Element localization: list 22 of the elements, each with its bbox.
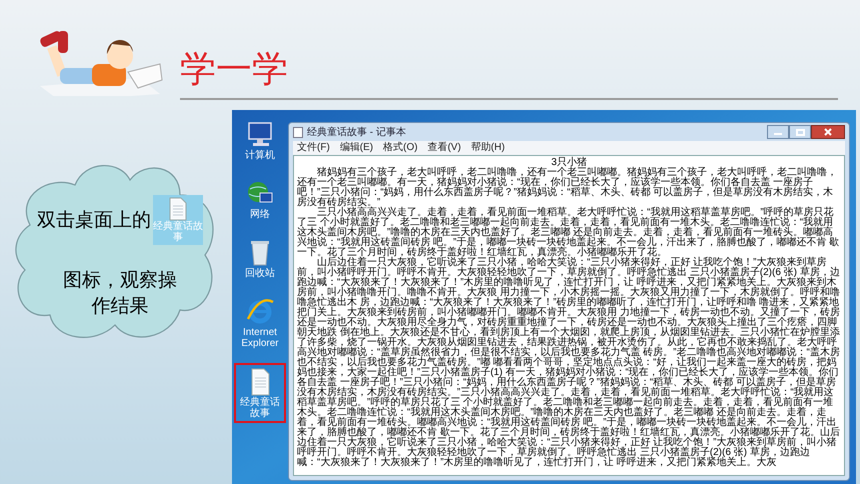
slide-title: 学一学 xyxy=(180,52,288,88)
close-button[interactable] xyxy=(811,125,845,139)
minimize-button[interactable] xyxy=(767,125,789,139)
story-paragraph: 三只小猪高高兴兴走了。走着，走着，看见前面一堆稻草。老大呼呼忙说：“我就用这稻草盖草房吧。”呼呼的草房只花了三 个小时就盖好了。老二噜噜和老三嘟嘟一起向前走去。走着，走着，看见前面有一堆木头。老二噜噜连忙说：“我就用这木头盖间木房吧。”噜噜的木房在三天内也盖好了。老三嘟嘟 还是向前走去。走着，走着，看见前面有一堆砖头。嘟嘟高兴地说：“我就用这砖盖间砖房 吧。”于是，嘟嘟一块砖一块砖地盖起来。不一会儿，汗出来了，胳膊也酸了，嘟嘟还不肯 歇一下。花了三个月时间，砖房终于盖好啦！红墙红瓦，真漂亮。小猪嘟嘟乐开了花。 xyxy=(297,208,840,258)
menu-item[interactable]: 帮助(H) xyxy=(470,142,505,154)
notepad-icon xyxy=(293,126,303,138)
menu-item[interactable]: 格式(O) xyxy=(383,142,418,154)
close-icon xyxy=(824,128,832,136)
story-paragraph: 山后边住着一只大灰狼，它听说来了三只小猪，哈哈大笑说：“三只小猪来得好，正好 让我吃个饱！”大灰狼来到草房前，叫小猪呼呼开门。呼呼不肯开。大灰狼轻轻地吹了一下，草房就倒了。呼呼急忙逃出 三只小猪盖房子(2)(6 张) 草房，边跑边喊：“大灰狼来了！大灰狼来了！”木房里的噜噜听见了，连忙打开门，让 呼呼进来，又把门紧紧地关上。大灰狼来到木房前，叫小猪噜噜开门。噜噜不肯开。大灰狼 用力撞一下，小木房摇一摇。大灰狼又用力撞了一下，木房就倒了。呼呼和噜噜急忙逃出木 房，边跑边喊：“大灰狼来了！大灰狼来了！”砖房里的嘟嘟听了，连忙打开门，让呼呼和噜 噜进来，又紧紧地把门关上。大灰狼来到砖房前，叫小猪嘟嘟开门。嘟嘟不肯开。大灰狼用 力地撞一下，砖房一动也不动。又撞了一下，砖房还是一动也不动。大灰狼用尽全身力气，对砖房重重地撞了一下，砖房还是一动也不动。大灰狼头上撞出了三个疙瘩，四脚朝天地跌 倒在地上。大灰狼还是不甘心，看到房顶上有一个大烟囱，就爬上房顶，从烟囱里钻进去。三只小猪忙在炉膛里添了许多柴，烧了一锅开水。大灰狼从烟囱里钻进去，结果跌进热锅，被开水烫伤了。从此，它再也不敢来捣乱了。老大呼呼高兴地对嘟嘟说：“盖草房虽然很省力，但是很不结实，以后我也要多花力气盖 砖房。”老二噜噜也高兴地对嘟嘟说：“盖木房也不结实，以后我也要多花力气盖砖房。”嘟 嘟看看两个哥哥，坚定地点点头说：“好，让我们一起来盖一座大的砖房，把妈妈也接来，大家一起住吧！”三只小猪盖房子(1) 有一天，猪妈妈对小猪说：“现在，你们已经长大了，应该学一些本领。你们各自去盖 一座房子吧！”三只小猪问：“妈妈，用什么东西盖房子呢？”猪妈妈说：“稻草、木头、砖都 可以盖房子，但是草房没有木房结实，木房没有砖房结实。”三只小猪高高兴兴走了。走着，走着，看见前面一堆稻草。老大呼呼忙说：“我就用这稻草盖草房吧。”呼呼的草房只花了三 个小时就盖好了。老二噜噜和老三嘟嘟一起向前走去。走着，走着，看见前面有一堆木头。老二噜噜连忙说：“我就用这木头盖间木房吧。”噜噜的木房在三天内也盖好了。老三嘟嘟 还是向前走去。走着，走着，看见前面有一堆砖头。嘟嘟高兴地说：“我就用这砖盖间砖房 吧。”于是，嘟嘟一块砖一块砖地盖起来。不一会儿，汗出来了，胳膊也酸了，嘟嘟还不肯 歇一下。花了三个月时间，砖房终于盖好啦！红墙红瓦，真漂亮。小猪嘟嘟乐开了花。山后边住着一只大灰狼，它听说来了三只小猪，哈哈大笑说：“三只小猪来得好，正好 让我吃个饱！”大灰狼来到草房前，叫小猪呼呼开门。呼呼不肯开。大灰狼轻轻地吹了一下，草房就倒了。呼呼急忙逃出 三只小猪盖房子(2)(6 张) 草房，边跑边喊：“大灰狼来了！大灰狼来了！”木房里的噜噜听见了，连忙打开门，让 呼呼进来，又把门紧紧地关上。大灰 xyxy=(297,258,841,468)
instruction-text: 图标，观察操作结果 xyxy=(62,268,178,319)
instruction-text: 双击桌面上的 xyxy=(37,208,151,233)
minimize-icon xyxy=(774,133,782,135)
menu-item[interactable]: 查看(V) xyxy=(428,142,461,154)
menu-item[interactable]: 文件(F) xyxy=(297,142,330,154)
desktop-icon[interactable]: 经典童话故事 xyxy=(234,363,286,423)
file-icon: 经典童话故事 xyxy=(153,195,203,245)
story-paragraph: 猪妈妈有三个孩子，老大叫呼呼，老二叫噜噜，还有一个老三叫嘟嘟。猪妈妈有三个孩子，老大叫呼呼，老二叫噜噜，还有一个老三叫嘟嘟。有一天，猪妈妈对小猪说：“现在，你们已经长大了，应该学一些本领。你们各自去盖 一座房子吧！”三只小猪问：“妈妈，用什么东西盖房子呢？”猪妈妈说：“稻草、木头、砖都 可以盖房子，但是草房没有木房结实，木房没有砖房结实。” xyxy=(297,168,838,208)
window-title: 经典童话故事 - 记事本 xyxy=(307,126,406,140)
maximize-button[interactable] xyxy=(789,125,811,139)
document-heading: 3只小猪 xyxy=(550,157,587,168)
maximize-icon xyxy=(796,128,804,136)
menu-item[interactable]: 编辑(E) xyxy=(340,142,374,154)
